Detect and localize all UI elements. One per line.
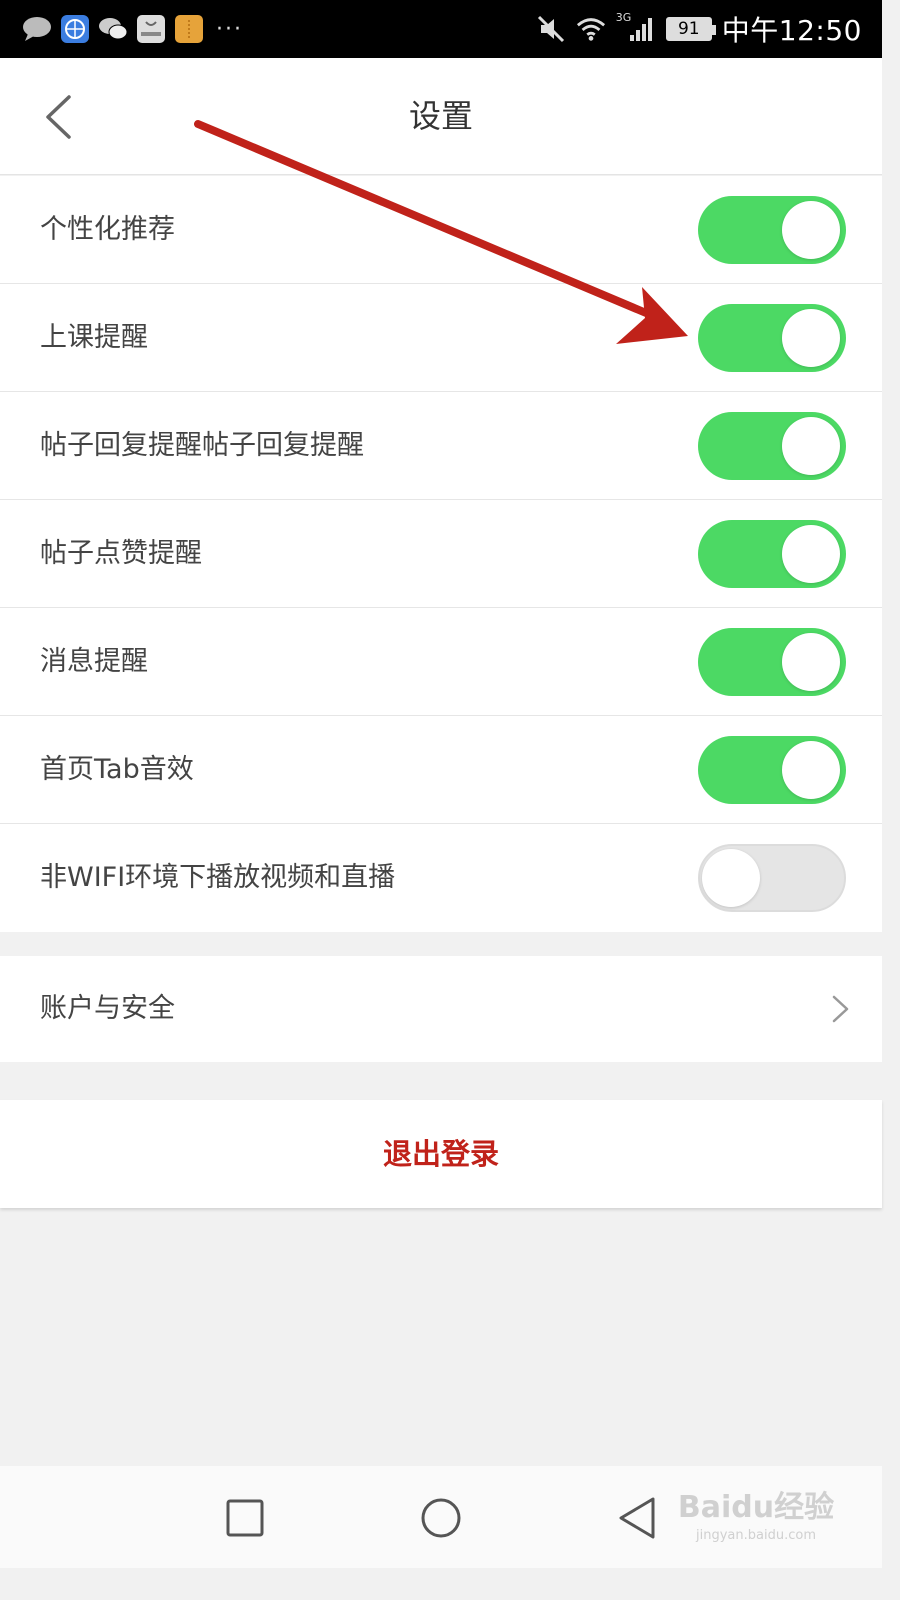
home-icon[interactable] — [419, 1496, 463, 1540]
battery-level: 91 — [677, 19, 700, 39]
logout-button[interactable]: 退出登录 — [0, 1100, 882, 1208]
logout-label: 退出登录 — [382, 1137, 499, 1171]
toggle-knob — [782, 741, 840, 799]
setting-row-message-reminder: 消息提醒 — [0, 608, 882, 716]
toggle-switch[interactable] — [698, 304, 846, 372]
toggle-knob — [782, 633, 840, 691]
network-type: 3G — [615, 11, 632, 24]
settings-list: 个性化推荐 上课提醒 帖子回复提醒帖子回复提醒 帖子点赞提醒 消息提醒 首页Ta… — [0, 176, 882, 932]
toggle-knob — [782, 309, 840, 367]
account-security-label: 账户与安全 — [40, 993, 175, 1024]
toggle-switch[interactable] — [698, 520, 846, 588]
setting-label: 个性化推荐 — [40, 214, 175, 245]
page-title: 设置 — [408, 97, 473, 135]
setting-row-post-like-reminder: 帖子点赞提醒 — [0, 500, 882, 608]
watermark-logo: Baidu经验 — [677, 1490, 835, 1525]
system-icons: 3G 91 中午12:50 — [536, 11, 862, 47]
notification-icons: ··· — [22, 14, 243, 44]
mute-icon — [536, 15, 566, 43]
setting-row-non-wifi-video: 非WIFI环境下播放视频和直播 — [0, 824, 882, 932]
toggle-knob — [782, 201, 840, 259]
status-bar: ··· 3G 91 中午12:50 — [0, 0, 882, 58]
back-chevron-icon — [46, 95, 71, 139]
account-security-item[interactable]: 账户与安全 — [0, 956, 882, 1062]
toggle-switch[interactable] — [698, 196, 846, 264]
toggle-switch[interactable] — [698, 412, 846, 480]
baidu-watermark: Baidu经验 jingyan.baidu.com — [676, 1482, 836, 1543]
setting-label: 上课提醒 — [40, 322, 148, 353]
toggle-knob — [782, 417, 840, 475]
toggle-switch[interactable] — [698, 736, 846, 804]
setting-row-class-reminder: 上课提醒 — [0, 284, 882, 392]
wechat-icon — [98, 15, 128, 43]
title-bar: 设置 — [0, 58, 882, 175]
setting-row-post-reply-reminder: 帖子回复提醒帖子回复提醒 — [0, 392, 882, 500]
archive-app-icon — [174, 15, 204, 43]
chevron-right-icon — [832, 995, 849, 1023]
signal-icon: 3G — [616, 11, 656, 43]
recent-apps-icon[interactable] — [223, 1496, 267, 1540]
wifi-icon — [576, 15, 606, 43]
setting-label: 消息提醒 — [40, 646, 148, 677]
setting-row-home-tab-sound: 首页Tab音效 — [0, 716, 882, 824]
message-icon — [22, 15, 52, 43]
setting-label: 首页Tab音效 — [40, 754, 194, 785]
huawei-store-icon — [136, 15, 166, 43]
setting-row-personalized-recommendation: 个性化推荐 — [0, 176, 882, 284]
setting-label: 非WIFI环境下播放视频和直播 — [40, 862, 396, 893]
more-notifications: ··· — [216, 16, 243, 42]
back-button[interactable] — [36, 92, 80, 142]
toggle-knob — [702, 849, 760, 907]
toggle-switch[interactable] — [698, 628, 846, 696]
clock: 中午12:50 — [721, 14, 862, 47]
watermark-url: jingyan.baidu.com — [696, 1528, 816, 1543]
battery-icon: 91 — [665, 17, 716, 41]
setting-label: 帖子回复提醒帖子回复提醒 — [40, 430, 364, 461]
toggle-switch[interactable] — [698, 844, 846, 912]
browser-icon — [60, 15, 90, 43]
back-icon[interactable] — [615, 1496, 659, 1540]
setting-label: 帖子点赞提醒 — [40, 538, 202, 569]
toggle-knob — [782, 525, 840, 583]
